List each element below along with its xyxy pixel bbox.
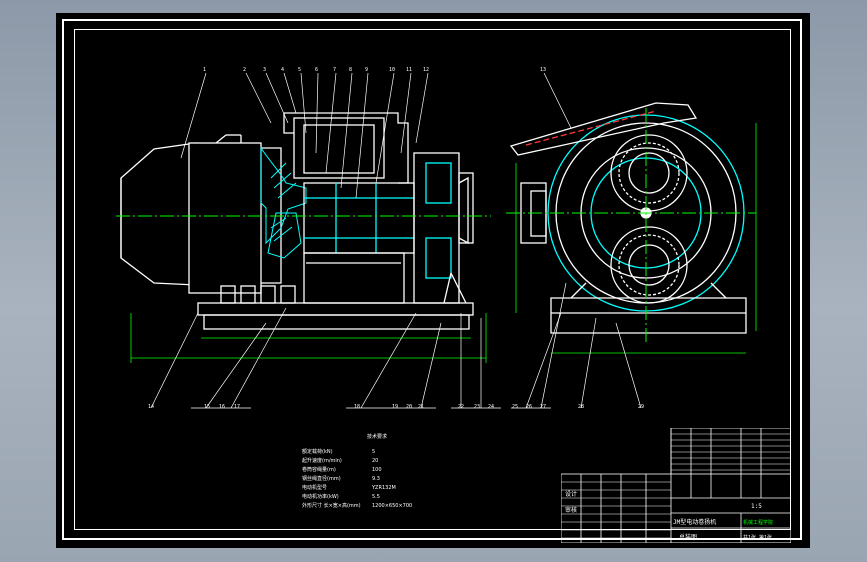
- note-value: 1200×650×700: [372, 503, 413, 509]
- note-row: 起升速度(m/min) 20: [302, 457, 432, 466]
- note-row: 电动机功率(kW) 5.5: [302, 493, 432, 502]
- front-view: [509, 102, 747, 334]
- note-value: 100: [372, 467, 382, 473]
- drawing-name: JM型电动卷扬机: [673, 518, 716, 526]
- gearbox-housing: [260, 146, 307, 259]
- note-label: 外形尺寸 长×宽×高(mm): [302, 503, 361, 509]
- motor-body: [188, 142, 262, 294]
- upper-gear: [610, 134, 688, 212]
- note-label: 钢丝绳直径(mm): [302, 476, 341, 482]
- note-value: 5.5: [372, 494, 380, 500]
- designer: 设计: [565, 490, 577, 498]
- svg-text:9: 9: [365, 67, 368, 73]
- note-value: 5: [372, 449, 376, 455]
- svg-text:28: 28: [578, 404, 584, 410]
- drawing-no: 总装图: [679, 533, 697, 541]
- note-value: YZR132M: [372, 485, 396, 491]
- svg-text:6: 6: [315, 67, 318, 73]
- svg-text:18: 18: [354, 404, 360, 410]
- svg-text:1: 1: [203, 67, 206, 73]
- svg-text:17: 17: [234, 404, 240, 410]
- sheet: 共1张 第1张: [743, 534, 772, 541]
- svg-text:26: 26: [526, 404, 532, 410]
- title-block: JM型电动卷扬机 总装图 1:5 设计 审核 机械工程学院 共1张 第1张: [561, 428, 791, 543]
- school: 机械工程学院: [743, 519, 773, 526]
- svg-text:14: 14: [148, 404, 154, 410]
- note-row: 卷筒容绳量(m) 100: [302, 466, 432, 475]
- note-value: 9.3: [372, 476, 380, 482]
- note-row: 钢丝绳直径(mm) 9.3: [302, 475, 432, 484]
- svg-text:10: 10: [389, 67, 395, 73]
- note-value: 20: [372, 458, 379, 464]
- svg-text:2: 2: [243, 67, 246, 73]
- drum-frame-upper: [293, 117, 385, 179]
- note-label: 卷筒容绳量(m): [302, 467, 336, 473]
- brake-lever: [509, 102, 698, 156]
- svg-text:22: 22: [458, 404, 464, 410]
- svg-text:4: 4: [281, 67, 284, 73]
- svg-text:21: 21: [418, 404, 424, 410]
- svg-text:16: 16: [219, 404, 225, 410]
- motor-end-cap: [120, 142, 197, 286]
- notes-list: 额定载荷(kN) 5 起升速度(m/min) 20 卷筒容绳量(m) 100 钢丝绳直径(m…: [302, 448, 432, 511]
- checker: 审核: [565, 506, 577, 514]
- svg-text:25: 25: [512, 404, 518, 410]
- base-plate: [197, 302, 474, 316]
- svg-text:29: 29: [638, 404, 644, 410]
- svg-text:7: 7: [333, 67, 336, 73]
- svg-text:15: 15: [204, 404, 210, 410]
- note-label: 电动机功率(kW): [302, 494, 339, 500]
- note-label: 电动机型号: [302, 485, 328, 491]
- side-view: [120, 112, 474, 330]
- svg-text:19: 19: [392, 404, 398, 410]
- svg-text:5: 5: [298, 67, 301, 73]
- reducer: [413, 152, 460, 304]
- svg-text:24: 24: [488, 404, 494, 410]
- svg-text:3: 3: [263, 67, 266, 73]
- note-label: 额定载荷(kN): [302, 449, 333, 455]
- scale: 1:5: [751, 503, 762, 510]
- notes-title: 技术要求: [366, 434, 387, 440]
- note-label: 起升速度(m/min): [302, 458, 342, 464]
- svg-text:13: 13: [540, 67, 546, 73]
- svg-text:27: 27: [540, 404, 546, 410]
- note-row: 外形尺寸 长×宽×高(mm) 1200×650×700: [302, 502, 432, 511]
- lower-frame: [303, 252, 405, 304]
- lower-gear: [610, 226, 688, 304]
- svg-text:12: 12: [423, 67, 429, 73]
- drum: [303, 182, 415, 254]
- drawing-sheet: 123 456 789 10 11 12 13 14 15 16 17 18 19 20 21…: [56, 13, 810, 548]
- note-row: 电动机型号 YZR132M: [302, 484, 432, 493]
- svg-text:11: 11: [406, 67, 412, 73]
- svg-text:20: 20: [406, 404, 412, 410]
- svg-text:8: 8: [349, 67, 352, 73]
- svg-text:23: 23: [474, 404, 480, 410]
- technical-notes: 技术要求 额定载荷(kN) 5 起升速度(m/min) 20 卷筒容绳量(m) 100 钢丝…: [302, 433, 432, 511]
- note-row: 额定载荷(kN) 5: [302, 448, 432, 457]
